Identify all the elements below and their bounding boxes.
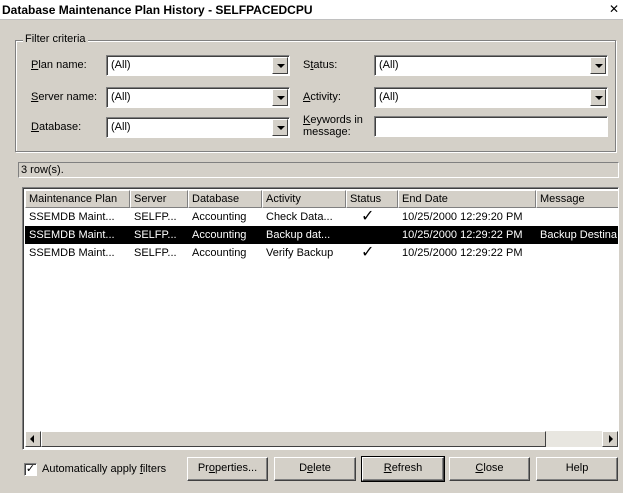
cell-server: SELFP... <box>134 229 177 241</box>
status-value: (All) <box>379 59 399 71</box>
server-name-label: Server name: <box>31 91 98 103</box>
status-dropdown-button[interactable] <box>590 57 606 74</box>
list-header: Maintenance Plan Server Database Activit… <box>25 190 618 208</box>
cell-end-date: 10/25/2000 12:29:22 PM <box>402 229 523 241</box>
column-header-status[interactable]: Status <box>346 190 398 208</box>
status-combo[interactable]: (All) <box>374 55 608 76</box>
server-name-dropdown-button[interactable] <box>272 89 288 106</box>
window-title: Database Maintenance Plan History - SELF… <box>2 3 313 17</box>
chevron-down-icon <box>277 126 285 130</box>
scroll-right-button[interactable] <box>602 431 618 447</box>
column-header-server[interactable]: Server <box>130 190 188 208</box>
cell-end-date: 10/25/2000 12:29:20 PM <box>402 211 523 223</box>
column-header-end-date[interactable]: End Date <box>398 190 536 208</box>
table-row[interactable]: SSEMDB Maint... SELFP... Accounting Chec… <box>25 208 618 226</box>
plan-name-value: (All) <box>111 59 131 71</box>
auto-apply-filters-label[interactable]: Automatically apply filters <box>42 463 166 475</box>
checkmark-icon: ✓ <box>361 244 375 261</box>
cell-activity: Backup dat... <box>266 229 331 241</box>
database-combo[interactable]: (All) <box>106 117 290 138</box>
help-button[interactable]: Help <box>536 457 618 481</box>
cell-plan: SSEMDB Maint... <box>29 211 115 223</box>
server-name-value: (All) <box>111 91 131 103</box>
table-row[interactable]: SSEMDB Maint... SELFP... Accounting Back… <box>25 226 618 244</box>
auto-apply-filters-checkbox[interactable]: ✓ <box>24 463 37 476</box>
column-header-activity[interactable]: Activity <box>262 190 346 208</box>
column-header-maintenance-plan[interactable]: Maintenance Plan <box>25 190 130 208</box>
cell-end-date: 10/25/2000 12:29:22 PM <box>402 247 523 259</box>
arrow-left-icon <box>30 435 34 443</box>
filter-criteria-label: Filter criteria <box>23 33 88 45</box>
activity-value: (All) <box>379 91 399 103</box>
status-label: Status: <box>303 59 338 71</box>
column-header-database[interactable]: Database <box>188 190 262 208</box>
activity-label: Activity: <box>303 91 341 103</box>
scroll-thumb[interactable] <box>41 431 546 447</box>
cell-database: Accounting <box>192 211 247 223</box>
scroll-left-button[interactable] <box>25 431 41 447</box>
cell-activity: Verify Backup <box>266 247 334 259</box>
cell-activity: Check Data... <box>266 211 333 223</box>
database-dropdown-button[interactable] <box>272 119 288 136</box>
chevron-down-icon <box>277 96 285 100</box>
plan-name-dropdown-button[interactable] <box>272 57 288 74</box>
cell-plan: SSEMDB Maint... <box>29 229 115 241</box>
cell-server: SELFP... <box>134 247 177 259</box>
checkmark-icon <box>357 226 387 244</box>
database-value: (All) <box>111 121 131 133</box>
cell-message <box>536 208 618 226</box>
cell-server: SELFP... <box>134 211 177 223</box>
delete-button[interactable]: Delete <box>274 457 356 481</box>
close-icon[interactable]: ✕ <box>607 2 621 16</box>
arrow-right-icon <box>609 435 613 443</box>
plan-name-label: Plan name: <box>31 59 87 71</box>
plan-name-combo[interactable]: (All) <box>106 55 290 76</box>
database-label: Database: <box>31 121 82 133</box>
column-header-message[interactable]: Message <box>536 190 618 208</box>
cell-database: Accounting <box>192 247 247 259</box>
chevron-down-icon <box>277 64 285 68</box>
cell-database: Accounting <box>192 229 247 241</box>
cell-message <box>536 244 618 262</box>
horizontal-scrollbar[interactable] <box>25 431 618 447</box>
refresh-button[interactable]: Refresh <box>361 456 445 482</box>
chevron-down-icon <box>595 96 603 100</box>
server-name-combo[interactable]: (All) <box>106 87 290 108</box>
checkmark-icon: ✓ <box>361 208 375 225</box>
row-count-status: 3 row(s). <box>18 162 619 178</box>
history-list[interactable]: Maintenance Plan Server Database Activit… <box>22 187 619 450</box>
activity-combo[interactable]: (All) <box>374 87 608 108</box>
title-bar: Database Maintenance Plan History - SELF… <box>0 0 623 20</box>
cell-message: Backup Destina <box>540 229 618 241</box>
keywords-input[interactable] <box>374 116 608 137</box>
cell-plan: SSEMDB Maint... <box>29 247 115 259</box>
table-row[interactable]: SSEMDB Maint... SELFP... Accounting Veri… <box>25 244 618 262</box>
chevron-down-icon <box>595 64 603 68</box>
close-button[interactable]: Close <box>449 457 530 481</box>
activity-dropdown-button[interactable] <box>590 89 606 106</box>
properties-button[interactable]: Properties... <box>187 457 268 481</box>
keywords-label: Keywords in message: <box>303 114 363 138</box>
